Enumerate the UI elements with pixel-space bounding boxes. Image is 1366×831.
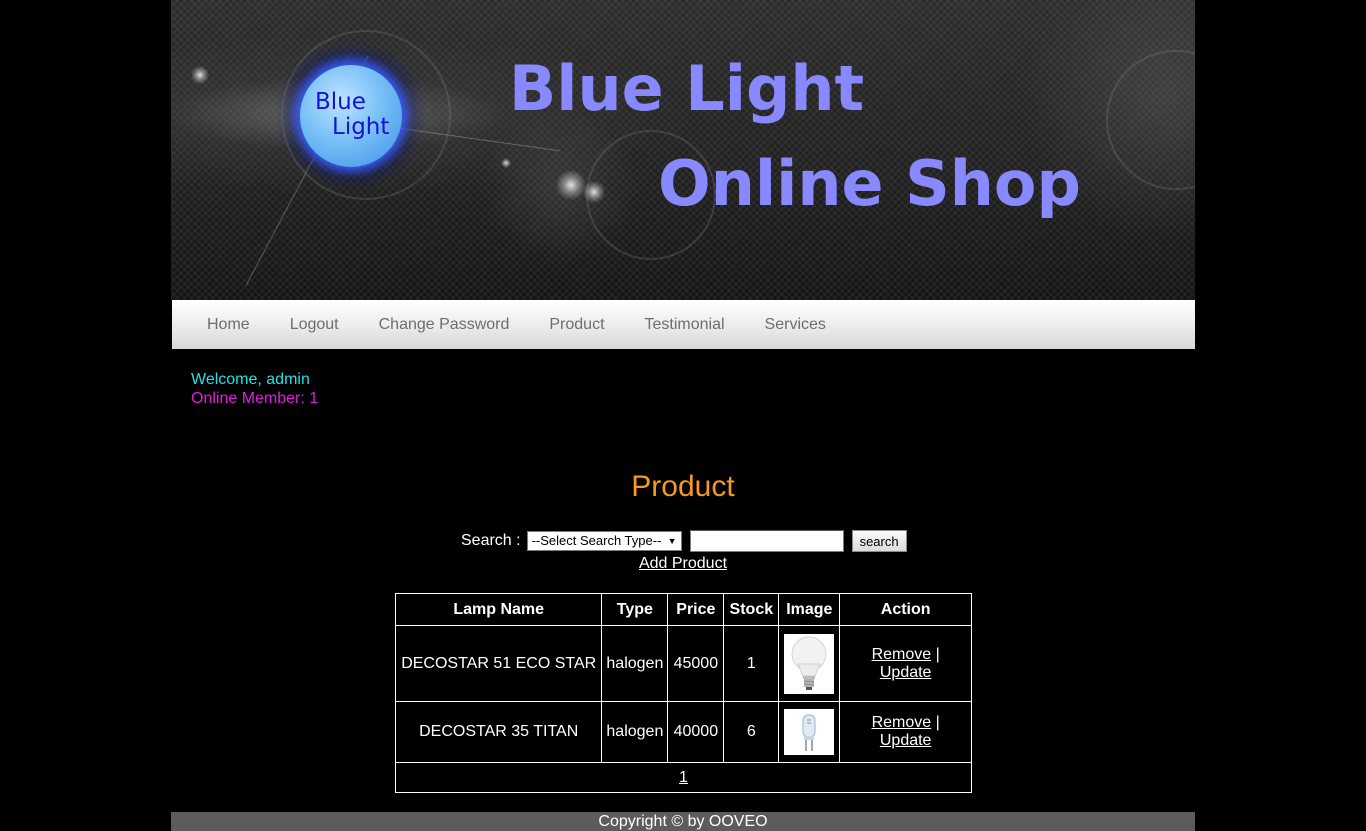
cell-image (778, 625, 841, 702)
column-header-lamp-name: Lamp Name (394, 593, 603, 626)
cell-price: 40000 (667, 701, 725, 763)
table-row: DECOSTAR 35 TITAN halogen 40000 6 Remove… (394, 701, 972, 763)
pagination-cell: 1 (395, 762, 972, 793)
logo-text-line1: Blue (315, 89, 366, 115)
page-title: Product (631, 470, 735, 503)
search-bar: Search : --Select Search Type-- ▼ search (461, 530, 907, 552)
main-nav: Home Logout Change Password Product Test… (172, 300, 1195, 349)
product-table: Lamp Name Type Price Stock Image Action … (394, 593, 972, 793)
add-product-row: Add Product (171, 554, 1195, 573)
nav-home[interactable]: Home (207, 316, 250, 334)
column-header-image: Image (778, 593, 841, 626)
logo: Blue Light (300, 65, 402, 167)
cell-lamp-name: DECOSTAR 35 TITAN (394, 701, 603, 763)
site-title-line2: Online Shop (658, 147, 1081, 220)
header-banner: Blue Light Blue Light Online Shop (171, 0, 1195, 300)
column-header-price: Price (667, 593, 725, 626)
column-header-action: Action (839, 593, 972, 626)
column-header-stock: Stock (723, 593, 780, 626)
cell-stock: 1 (723, 625, 780, 702)
site-title-line1: Blue Light (509, 52, 865, 125)
table-header-row: Lamp Name Type Price Stock Image Action (394, 593, 972, 626)
copyright-text: Copyright © by OOVEO (598, 813, 768, 830)
page-link-1[interactable]: 1 (679, 769, 688, 786)
online-member-count: Online Member: 1 (191, 390, 319, 407)
cell-type: halogen (601, 701, 669, 763)
lens-flare-dot (501, 158, 511, 168)
add-product-link[interactable]: Add Product (639, 555, 727, 572)
nav-change-password[interactable]: Change Password (379, 316, 510, 334)
remove-link[interactable]: Remove (872, 714, 932, 731)
search-type-selected-value: --Select Search Type-- (531, 533, 662, 548)
nav-services[interactable]: Services (765, 316, 826, 334)
nav-testimonial[interactable]: Testimonial (645, 316, 725, 334)
lens-flare-dot (556, 170, 586, 200)
column-header-type: Type (601, 593, 669, 626)
search-type-select[interactable]: --Select Search Type-- ▼ (526, 531, 682, 551)
search-button[interactable]: search (851, 530, 907, 552)
table-row: DECOSTAR 51 ECO STAR halogen 45000 1 Rem… (394, 625, 972, 702)
nav-product[interactable]: Product (549, 316, 604, 334)
cell-action: Remove | Update (839, 701, 972, 763)
dropdown-arrow-icon: ▼ (667, 536, 677, 546)
action-separator: | (935, 714, 940, 731)
cell-image (778, 701, 841, 763)
lens-flare-ring (1106, 50, 1195, 190)
update-link[interactable]: Update (880, 664, 932, 681)
lens-flare-dot (191, 66, 209, 84)
halogen-capsule-image (784, 709, 835, 755)
cell-lamp-name: DECOSTAR 51 ECO STAR (394, 625, 603, 702)
update-link[interactable]: Update (880, 732, 932, 749)
cell-action: Remove | Update (839, 625, 972, 702)
welcome-text: Welcome, admin (191, 371, 310, 388)
cell-price: 45000 (667, 625, 725, 702)
search-input[interactable] (689, 530, 844, 552)
page-wrapper: Blue Light Blue Light Online Shop Home L… (171, 0, 1195, 831)
cell-stock: 6 (723, 701, 780, 763)
logo-text-line2: Light (332, 114, 390, 140)
led-bulb-image (784, 633, 835, 694)
nav-logout[interactable]: Logout (290, 316, 339, 334)
cell-type: halogen (601, 625, 669, 702)
lens-flare-dot (583, 181, 605, 203)
search-label: Search : (461, 532, 521, 549)
action-separator: | (935, 645, 940, 663)
remove-link[interactable]: Remove (872, 646, 932, 663)
pagination-row: 1 (395, 762, 972, 793)
footer: Copyright © by OOVEO (171, 812, 1195, 831)
